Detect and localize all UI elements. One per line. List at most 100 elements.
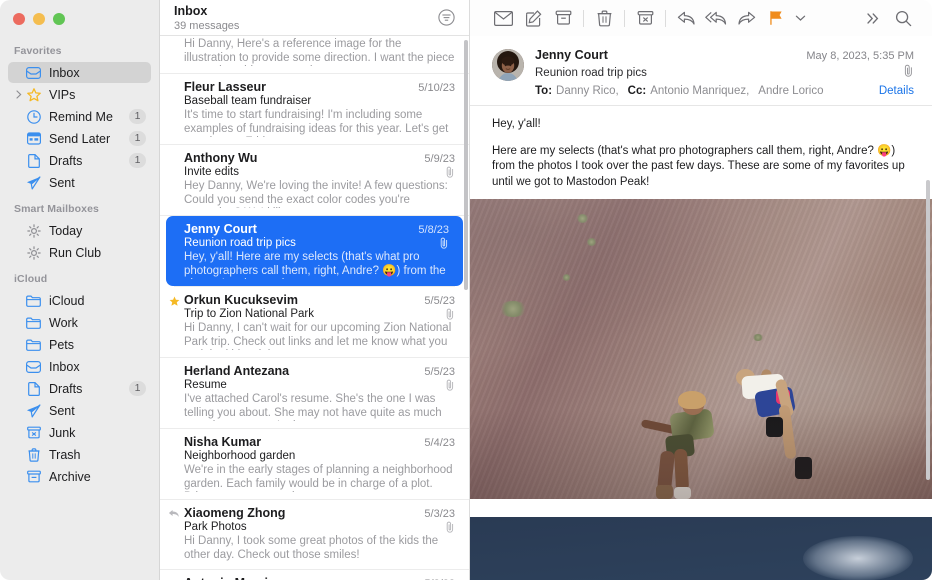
document-icon [25, 382, 42, 396]
disclosure-triangle-icon[interactable] [14, 90, 24, 99]
sidebar-item-label: Archive [49, 470, 151, 484]
forward-icon[interactable] [731, 5, 761, 31]
message-preview: It's time to start fundraising! I'm incl… [184, 109, 455, 137]
list-item[interactable]: Xiaomeng Zhong 5/3/23 Park Photos Hi Dan… [160, 500, 469, 570]
close-button[interactable] [13, 13, 25, 25]
document-icon [25, 154, 42, 168]
message-subject: Neighborhood garden [184, 450, 295, 462]
sidebar: FavoritesInboxVIPsRemind Me1Send Later1D… [0, 0, 160, 580]
to-label: To: [535, 85, 552, 97]
paperclip-icon [443, 308, 455, 320]
reply-icon[interactable] [671, 5, 701, 31]
star-icon [25, 88, 42, 102]
archive-box-icon [25, 470, 42, 483]
cloud [803, 536, 913, 580]
list-item[interactable]: Herland Antezana 5/5/23 Resume I've atta… [160, 358, 469, 429]
toolbar-divider [624, 10, 625, 27]
sidebar-item-remind-me[interactable]: Remind Me1 [8, 106, 151, 127]
inbox-envelope-icon [25, 361, 42, 373]
body-paragraph: Hey, y'all! [492, 117, 910, 133]
trash-icon [25, 448, 42, 462]
minimize-button[interactable] [33, 13, 45, 25]
reply-all-icon[interactable] [701, 5, 731, 31]
sidebar-item-send-later[interactable]: Send Later1 [8, 128, 151, 149]
cc-recipient-2[interactable]: Andre Lorico [758, 85, 823, 97]
sidebar-item-trash[interactable]: Trash [8, 444, 151, 465]
shrub [498, 301, 528, 317]
message-subject: Invite edits [184, 166, 239, 178]
sender-name: Xiaomeng Zhong [184, 506, 285, 520]
paperclip-icon [443, 379, 455, 391]
sidebar-item-sent[interactable]: Sent [8, 172, 151, 193]
sidebar-item-label: Trash [49, 448, 151, 462]
photo-sky[interactable] [470, 517, 932, 580]
sidebar-item-vips[interactable]: VIPs [8, 84, 151, 105]
sender-name: Herland Antezana [184, 364, 289, 378]
cc-label: Cc: [628, 85, 647, 97]
sidebar-item-archive[interactable]: Archive [8, 466, 151, 487]
sidebar-item-pets[interactable]: Pets [8, 334, 151, 355]
message-date: May 8, 2023, 5:35 PM [806, 50, 914, 62]
search-icon[interactable] [888, 5, 918, 31]
sidebar-item-drafts[interactable]: Drafts1 [8, 378, 151, 399]
sidebar-item-work[interactable]: Work [8, 312, 151, 333]
zoom-button[interactable] [53, 13, 65, 25]
toolbar-divider [583, 10, 584, 27]
mail-window: FavoritesInboxVIPsRemind Me1Send Later1D… [0, 0, 932, 580]
shrub [562, 274, 571, 281]
sidebar-item-icloud[interactable]: iCloud [8, 290, 151, 311]
sidebar-section-header: Smart Mailboxes [0, 194, 159, 219]
paper-plane-icon [25, 176, 42, 190]
sidebar-item-label: VIPs [49, 88, 151, 102]
message-date: 5/4/23 [418, 437, 455, 449]
sidebar-item-drafts[interactable]: Drafts1 [8, 150, 151, 171]
gear-icon [25, 246, 42, 260]
list-item[interactable]: Jenny Court 5/8/23 Reunion road trip pic… [166, 216, 463, 286]
sidebar-section-header: Favorites [0, 36, 159, 61]
sidebar-item-label: Junk [49, 426, 151, 440]
unread-badge: 1 [129, 381, 146, 396]
folder-icon [25, 317, 42, 329]
folder-icon [25, 295, 42, 307]
list-item[interactable]: Anthony Wu 5/9/23 Invite edits Hey Danny… [160, 145, 469, 216]
details-link[interactable]: Details [879, 85, 914, 97]
list-item[interactable]: Nisha Kumar 5/4/23 Neighborhood garden W… [160, 429, 469, 500]
junk-bin-icon [25, 426, 42, 439]
message-list-scrollbar[interactable] [464, 40, 468, 290]
list-item[interactable]: Fleur Lasseur 5/10/23 Baseball team fund… [160, 74, 469, 145]
sidebar-item-inbox[interactable]: Inbox [8, 356, 151, 377]
more-icon[interactable] [858, 5, 888, 31]
message-subject: Resume [184, 379, 227, 391]
cc-recipient-1[interactable]: Antonio Manriquez, [650, 85, 749, 97]
sidebar-item-today[interactable]: Today [8, 220, 151, 241]
sidebar-item-sent[interactable]: Sent [8, 400, 151, 421]
flag-icon[interactable] [761, 5, 791, 31]
photo-rock-climbers[interactable] [470, 199, 932, 499]
delete-icon[interactable] [589, 5, 619, 31]
sidebar-item-junk[interactable]: Junk [8, 422, 151, 443]
unread-badge: 1 [129, 131, 146, 146]
list-item[interactable]: Orkun Kucuksevim 5/5/23 Trip to Zion Nat… [160, 287, 469, 358]
reading-pane-scrollbar[interactable] [926, 180, 930, 480]
flag-chevron-down-icon[interactable] [791, 5, 809, 31]
sidebar-item-label: Inbox [49, 360, 151, 374]
sidebar-item-inbox[interactable]: Inbox [8, 62, 151, 83]
sidebar-section-header: iCloud [0, 264, 159, 289]
filter-icon[interactable] [438, 9, 455, 31]
message-date: 5/5/23 [418, 366, 455, 378]
list-item[interactable]: Antonio Manriquez 5/2/23 Send photos ple… [160, 570, 469, 580]
shrub [752, 334, 764, 341]
sidebar-item-run-club[interactable]: Run Club [8, 242, 151, 263]
list-item-partial[interactable]: Hi Danny, Here's a reference image for t… [160, 38, 469, 74]
message-preview: Hi Danny, Here's a reference image for t… [184, 38, 455, 66]
compose-icon[interactable] [518, 5, 548, 31]
to-recipient[interactable]: Danny Rico, [556, 85, 619, 97]
sender-name: Fleur Lasseur [184, 80, 266, 94]
window-controls [0, 0, 159, 36]
message-list[interactable]: Inbox 39 messages Hi Danny, Here's a ref… [160, 0, 470, 580]
message-date: 5/5/23 [418, 295, 455, 307]
avatar [492, 49, 524, 81]
get-mail-icon[interactable] [488, 5, 518, 31]
junk-icon[interactable] [630, 5, 660, 31]
archive-icon[interactable] [548, 5, 578, 31]
